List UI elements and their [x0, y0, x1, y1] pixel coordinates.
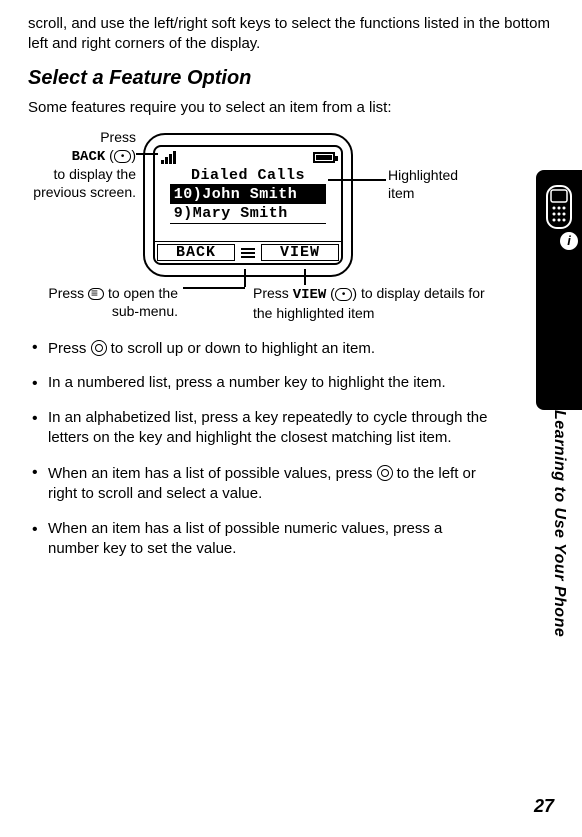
nav-key-icon	[377, 465, 393, 481]
menu-key-icon	[88, 288, 104, 300]
side-tab: i	[536, 170, 582, 410]
callout-submenu-press: Press	[48, 285, 84, 301]
list-item: In a numbered list, press a number key t…	[28, 373, 492, 393]
right-softkey-icon	[335, 288, 353, 301]
intro-paragraph: scroll, and use the left/right soft keys…	[28, 14, 552, 55]
list-item: In an alphabetized list, press a key rep…	[28, 408, 492, 449]
bullet-list: Press to scroll up or down to highlight …	[28, 337, 552, 559]
left-softkey-icon	[114, 150, 132, 163]
list-item: Press to scroll up or down to highlight …	[28, 337, 492, 359]
section-heading: Select a Feature Option	[28, 67, 552, 90]
list-item-highlighted: 10)John Smith	[170, 185, 327, 204]
callout-back-label: BACK	[72, 149, 106, 165]
nav-key-icon	[91, 340, 107, 356]
softkey-menu-icon	[237, 242, 259, 263]
lead-paragraph: Some features require you to select an i…	[28, 98, 552, 118]
callout-view-press: Press	[253, 285, 289, 301]
bullet-text: When an item has a list of possible valu…	[48, 465, 377, 482]
softkey-view: VIEW	[261, 244, 339, 261]
callout-back-press: Press	[100, 129, 136, 145]
screen-content: Dialed Calls 10)John Smith 9)Mary Smith	[155, 165, 341, 241]
list-item: When an item has a list of possible nume…	[28, 519, 492, 560]
softkey-bar: BACK VIEW	[155, 241, 341, 263]
page-number: 27	[534, 796, 554, 817]
phone-diagram: Dialed Calls 10)John Smith 9)Mary Smith …	[28, 127, 488, 327]
status-bar	[155, 147, 341, 165]
callout-back-rest: to display the previous screen.	[33, 166, 136, 200]
callout-view-label: VIEW	[293, 287, 327, 303]
list-item: When an item has a list of possible valu…	[28, 462, 492, 505]
callout-submenu: Press to open the sub-menu.	[38, 285, 178, 320]
side-label: Learning to Use Your Phone	[550, 410, 568, 637]
signal-icon	[161, 151, 176, 164]
battery-icon	[313, 152, 335, 163]
callout-highlighted: Highlighted item	[388, 167, 488, 202]
bullet-text: Press	[48, 340, 91, 357]
list-item: 9)Mary Smith	[170, 204, 327, 223]
phone-screen: Dialed Calls 10)John Smith 9)Mary Smith …	[153, 145, 343, 265]
callout-view: Press VIEW () to display details for the…	[253, 285, 493, 322]
callout-back: Press BACK () to display the previous sc…	[24, 129, 136, 201]
info-icon: i	[560, 232, 578, 250]
screen-title: Dialed Calls	[191, 167, 305, 184]
softkey-back: BACK	[157, 244, 235, 261]
callout-submenu-rest: to open the sub-menu.	[108, 285, 178, 319]
phone-icon	[542, 184, 576, 230]
phone-outline: Dialed Calls 10)John Smith 9)Mary Smith …	[143, 133, 353, 277]
bullet-text: to scroll up or down to highlight an ite…	[107, 340, 375, 357]
